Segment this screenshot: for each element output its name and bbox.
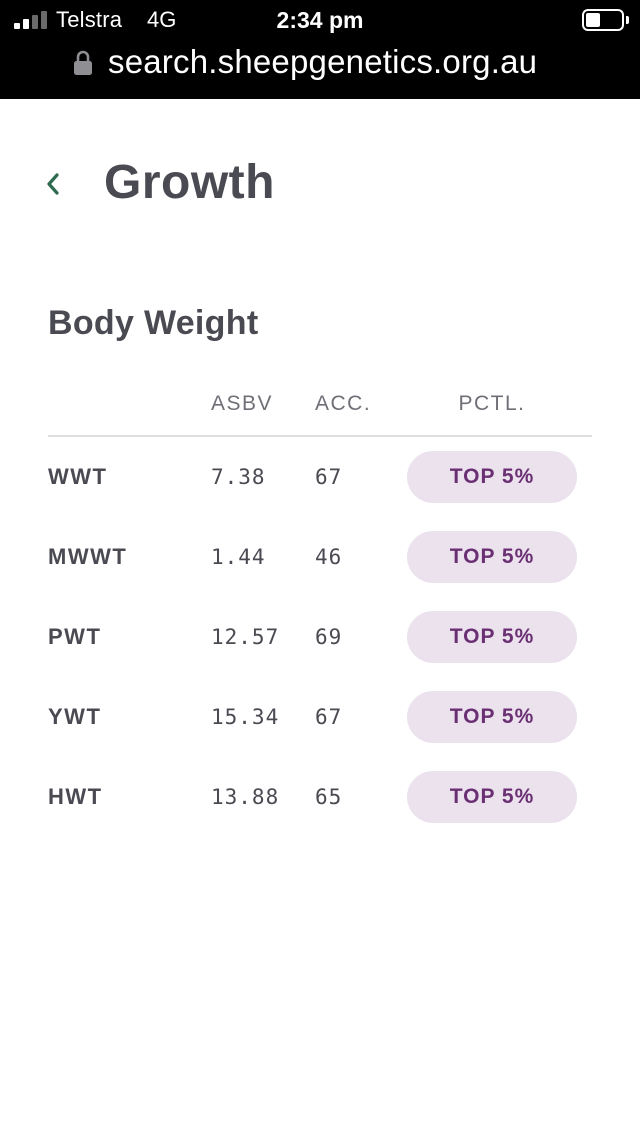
browser-top-bar: Telstra 4G 2:34 pm search.sheepgenetics.…	[0, 0, 640, 99]
asbv-value: 15.34	[211, 705, 280, 729]
percentile-badge[interactable]: TOP 5%	[407, 531, 577, 583]
battery-icon	[582, 9, 624, 31]
chevron-left-icon	[47, 173, 59, 195]
percentile-badge[interactable]: TOP 5%	[407, 611, 577, 663]
percentile-badge[interactable]: TOP 5%	[407, 451, 577, 503]
asbv-value: 1.44	[211, 545, 266, 569]
accuracy-value: 67	[315, 465, 343, 489]
table-row: MWWT 1.44 46 TOP 5%	[0, 531, 640, 583]
back-button[interactable]	[36, 164, 70, 204]
accuracy-value: 65	[315, 785, 343, 809]
asbv-value: 12.57	[211, 625, 280, 649]
battery-tip	[626, 16, 629, 24]
accuracy-value: 67	[315, 705, 343, 729]
address-bar-url[interactable]: search.sheepgenetics.org.au	[108, 42, 537, 82]
section-title: Body Weight	[48, 304, 259, 342]
status-time: 2:34 pm	[276, 7, 364, 33]
page-title: Growth	[104, 156, 275, 209]
table-divider	[48, 435, 592, 437]
trait-name: PWT	[48, 624, 102, 649]
percentile-badge[interactable]: TOP 5%	[407, 771, 577, 823]
trait-name: HWT	[48, 784, 103, 809]
column-header-pctl: PCTL.	[458, 392, 526, 415]
lock-icon	[74, 50, 92, 75]
asbv-value: 7.38	[211, 465, 266, 489]
percentile-badge[interactable]: TOP 5%	[407, 691, 577, 743]
table-row: HWT 13.88 65 TOP 5%	[0, 771, 640, 823]
accuracy-value: 69	[315, 625, 343, 649]
column-header-asbv: ASBV	[211, 392, 274, 415]
trait-name: MWWT	[48, 544, 128, 569]
trait-name: YWT	[48, 704, 102, 729]
trait-name: WWT	[48, 464, 108, 489]
table-row: YWT 15.34 67 TOP 5%	[0, 691, 640, 743]
table-row: PWT 12.57 69 TOP 5%	[0, 611, 640, 663]
accuracy-value: 46	[315, 545, 343, 569]
table-row: WWT 7.38 67 TOP 5%	[0, 451, 640, 503]
asbv-value: 13.88	[211, 785, 280, 809]
column-header-acc: ACC.	[315, 392, 372, 415]
